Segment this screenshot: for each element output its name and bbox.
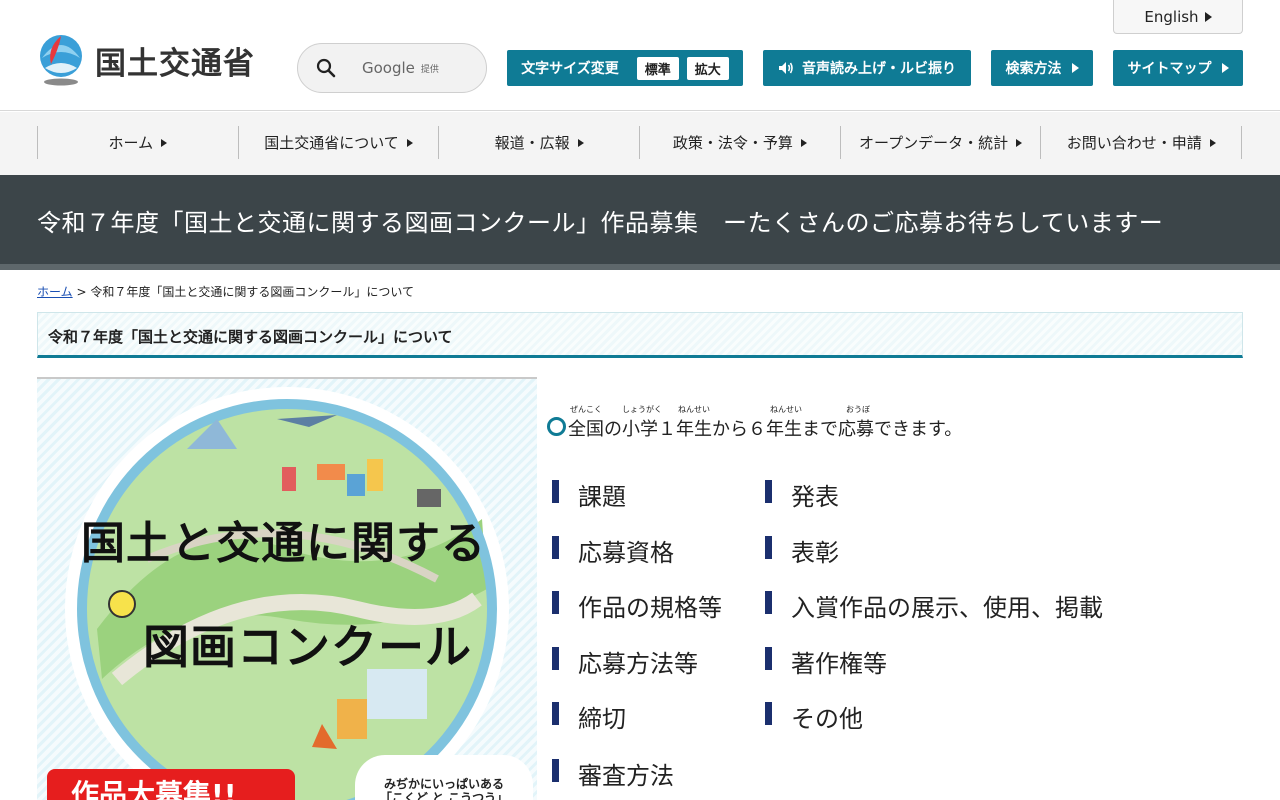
- triangle-right-icon: [161, 138, 168, 147]
- search-brand: Google: [362, 59, 415, 77]
- nav-item-policy[interactable]: 政策・法令・予算: [640, 126, 841, 159]
- nav-item-label: 報道・広報: [494, 134, 570, 152]
- search-method-label: 検索方法: [1005, 61, 1062, 77]
- bar-marker-icon: [765, 702, 772, 725]
- site-logo[interactable]: 国土交通省: [37, 34, 255, 86]
- section-link-label: 応募方法等: [578, 650, 698, 678]
- section-link-label: 応募資格: [578, 539, 674, 567]
- page-title: 令和７年度「国土と交通に関する図画コンクール」作品募集 ーたくさんのご応募お待ち…: [37, 209, 1164, 237]
- triangle-right-icon: [1071, 63, 1079, 73]
- nav-item-open-data[interactable]: オープンデータ・統計: [841, 126, 1042, 159]
- nav-item-label: お問い合わせ・申請: [1066, 134, 1202, 152]
- poster-title-line2: 図画コンクール: [143, 620, 472, 674]
- triangle-right-icon: [577, 138, 584, 147]
- poster-subtitle-line2: 「こくど と こうつう」: [379, 791, 509, 800]
- bar-marker-icon: [552, 536, 559, 559]
- nav-item-label: 政策・法令・予算: [672, 134, 793, 152]
- speech-ruby-label: 音声読み上げ・ルビ振り: [802, 61, 956, 77]
- section-link-label: 審査方法: [578, 762, 674, 790]
- nav-item-label: ホーム: [108, 134, 154, 152]
- poster-title-line1: 国土と交通に関する: [81, 518, 486, 569]
- ruby-text: しょうがく: [622, 405, 662, 414]
- eligibility-text: 全国の小学１年生から６年生まで応募できます。: [568, 419, 963, 440]
- triangle-right-icon: [1209, 138, 1216, 147]
- bar-marker-icon: [765, 480, 772, 503]
- nav-item-press[interactable]: 報道・広報: [439, 126, 641, 159]
- bar-marker-icon: [552, 759, 559, 782]
- bar-marker-icon: [552, 702, 559, 725]
- page-title-bar: 令和７年度「国土と交通に関する図画コンクール」作品募集 ーたくさんのご応募お待ち…: [0, 175, 1280, 270]
- sitemap-label: サイトマップ: [1127, 61, 1212, 77]
- section-link-label: 締切: [578, 705, 626, 733]
- section-link-label: その他: [791, 705, 863, 733]
- bar-marker-icon: [552, 591, 559, 614]
- bar-marker-icon: [552, 647, 559, 670]
- speaker-icon: [779, 62, 793, 74]
- search-method-button[interactable]: 検索方法: [991, 50, 1093, 86]
- nav-item-label: オープンデータ・統計: [858, 134, 1009, 152]
- search-icon[interactable]: [316, 58, 336, 78]
- nav-item-contact[interactable]: お問い合わせ・申請: [1041, 126, 1243, 159]
- english-label: English: [1144, 7, 1199, 26]
- triangle-right-icon: [800, 138, 807, 147]
- eligibility-intro: ぜんこく しょうがく ねんせい ねんせい おうぼ 全国の小学１年生から６年生まで…: [546, 404, 1266, 444]
- section-link-label: 課題: [578, 483, 626, 511]
- section-heading-box: 令和７年度「国土と交通に関する図画コンクール」について: [37, 312, 1243, 358]
- section-link-label: 著作権等: [791, 650, 887, 678]
- bar-marker-icon: [765, 591, 772, 614]
- bar-marker-icon: [765, 647, 772, 670]
- ruby-text: ねんせい: [770, 405, 802, 414]
- nav-item-label: 国土交通省について: [264, 134, 399, 152]
- poster-banner: 作品大募集!!: [47, 769, 295, 800]
- poster-subtitle: みぢかにいっぱいある 「こくど と こうつう」: [355, 755, 533, 800]
- mlit-logo-icon: [37, 34, 85, 86]
- sitemap-button[interactable]: サイトマップ: [1113, 50, 1243, 86]
- global-nav: ホーム 国土交通省について 報道・広報 政策・法令・予算 オープンデータ・統計 …: [0, 112, 1280, 175]
- search-provided: 提供: [420, 64, 439, 75]
- ruby-text: ぜんこく: [570, 405, 602, 414]
- english-link[interactable]: English: [1113, 0, 1243, 34]
- section-link-label: 発表: [791, 483, 839, 511]
- font-size-large-button[interactable]: 拡大: [686, 56, 729, 80]
- poster-subtitle-line1: みぢかにいっぱいある: [383, 777, 504, 791]
- triangle-right-icon: [1221, 63, 1229, 73]
- breadcrumb: ホーム > 令和７年度「国土と交通に関する図画コンクール」について: [37, 283, 414, 300]
- section-heading: 令和７年度「国土と交通に関する図画コンクール」について: [48, 328, 453, 346]
- bar-marker-icon: [765, 536, 772, 559]
- logo-text: 国土交通省: [95, 45, 255, 82]
- breadcrumb-current: 令和７年度「国土と交通に関する図画コンクール」について: [90, 285, 415, 299]
- nav-item-about[interactable]: 国土交通省について: [239, 126, 440, 159]
- circle-bullet-icon: [547, 417, 566, 436]
- section-link-label: 表彰: [791, 539, 839, 567]
- font-size-control: 文字サイズ変更 標準 拡大: [507, 50, 743, 86]
- nav-item-home[interactable]: ホーム: [38, 126, 239, 159]
- font-size-standard-button[interactable]: 標準: [636, 56, 679, 80]
- breadcrumb-home-link[interactable]: ホーム: [37, 285, 73, 299]
- triangle-right-icon: [406, 138, 413, 147]
- breadcrumb-separator: >: [76, 285, 87, 299]
- ruby-text: ねんせい: [678, 405, 710, 414]
- poster-illustration: [65, 387, 509, 800]
- ruby-text: おうぼ: [846, 405, 870, 414]
- section-link-label: 入賞作品の展示、使用、掲載: [791, 594, 1103, 622]
- speech-ruby-button[interactable]: 音声読み上げ・ルビ振り: [763, 50, 971, 86]
- site-header: 国土交通省 English Google 提供 文字サイズ変更 標準 拡大 音声…: [0, 0, 1280, 111]
- triangle-right-icon: [1204, 11, 1212, 22]
- triangle-right-icon: [1016, 138, 1023, 147]
- contest-poster-image: 国土と交通に関する 図画コンクール 作品大募集!! みぢかにいっぱいある 「こく…: [37, 377, 537, 800]
- site-search[interactable]: Google 提供: [297, 43, 487, 93]
- font-size-label: 文字サイズ変更: [521, 61, 619, 77]
- bar-marker-icon: [552, 480, 559, 503]
- section-link-label: 作品の規格等: [578, 594, 722, 622]
